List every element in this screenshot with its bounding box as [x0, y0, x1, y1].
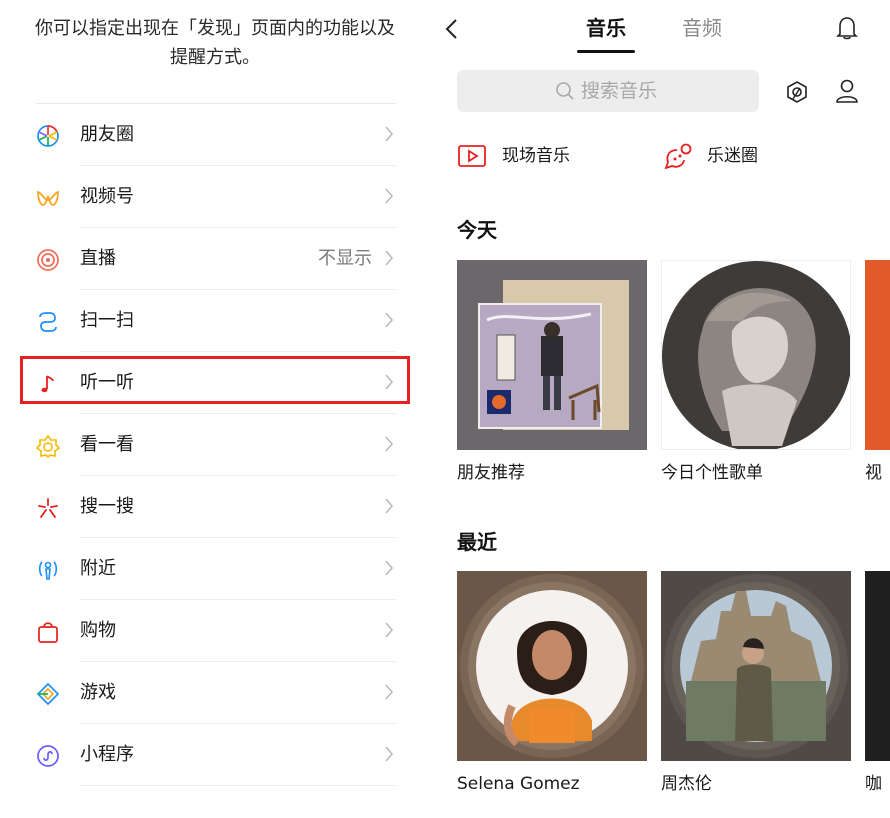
- search-input[interactable]: 搜索音乐: [457, 70, 759, 112]
- settings-row-label: 购物: [80, 620, 116, 641]
- games-icon: [36, 682, 60, 706]
- card-caption: 周杰伦: [661, 774, 712, 794]
- fan-circle-label: 乐迷圈: [707, 146, 758, 166]
- chevron-right-icon: [384, 250, 394, 266]
- settings-row-value: 不显示: [318, 248, 372, 269]
- music-recognition-icon[interactable]: [784, 79, 810, 105]
- daily-playlist-card[interactable]: [661, 260, 851, 450]
- top-stories-icon: [35, 434, 61, 459]
- settings-row-games[interactable]: 游戏: [36, 662, 396, 724]
- tab-audio[interactable]: 音频: [682, 14, 722, 42]
- nearby-icon: [36, 558, 60, 582]
- tab-music[interactable]: 音乐: [586, 14, 626, 42]
- video-card-partial[interactable]: [865, 260, 890, 450]
- live-music-label: 现场音乐: [502, 146, 570, 166]
- mini-program-icon: [36, 744, 60, 768]
- chevron-right-icon: [384, 188, 394, 204]
- highlight-box: [20, 356, 410, 404]
- artist-photo: [457, 571, 647, 761]
- artist-card-partial[interactable]: [865, 571, 890, 761]
- settings-row-label: 小程序: [80, 744, 134, 765]
- chevron-right-icon: [384, 684, 394, 700]
- settings-row-moments[interactable]: 朋友圈: [36, 104, 396, 166]
- section-title-today: 今天: [457, 218, 497, 242]
- settings-row-nearby[interactable]: 附近: [36, 538, 396, 600]
- back-chevron-icon[interactable]: [444, 18, 460, 40]
- bell-icon[interactable]: [836, 16, 858, 40]
- search-sparkle-icon: [36, 496, 60, 520]
- active-tab-indicator: [577, 50, 635, 53]
- settings-row-top-stories[interactable]: 看一看: [35, 414, 396, 476]
- chevron-right-icon: [384, 560, 394, 576]
- settings-row-label: 附近: [80, 558, 116, 579]
- settings-description: 你可以指定出现在「发现」页面内的功能以及提醒方式。: [35, 18, 395, 68]
- settings-row-label: 看一看: [80, 434, 134, 455]
- settings-row-label: 游戏: [80, 682, 116, 703]
- chevron-right-icon: [384, 622, 394, 638]
- channels-icon: [36, 186, 60, 210]
- settings-row-label: 扫一扫: [80, 310, 134, 331]
- album-cover-image: [457, 260, 647, 450]
- fan-circle-icon: [663, 142, 693, 174]
- settings-row-channels[interactable]: 视频号: [36, 166, 396, 228]
- scan-icon: [36, 310, 60, 334]
- playlist-cover-image: [662, 261, 850, 449]
- settings-row-live[interactable]: 直播 不显示: [36, 228, 396, 290]
- chevron-right-icon: [384, 498, 394, 514]
- card-caption: 咖: [865, 774, 882, 794]
- section-title-recent: 最近: [457, 530, 497, 554]
- chevron-right-icon: [384, 746, 394, 762]
- live-music-link[interactable]: 现场音乐: [458, 142, 598, 170]
- settings-row-label: 视频号: [80, 186, 134, 207]
- settings-row-mini-programs[interactable]: 小程序: [36, 724, 396, 786]
- settings-row-search[interactable]: 搜一搜: [36, 476, 396, 538]
- settings-row-label: 搜一搜: [80, 496, 134, 517]
- fan-circle-link[interactable]: 乐迷圈: [663, 142, 803, 170]
- artist-card-selena-gomez[interactable]: [457, 571, 647, 761]
- card-caption: 视: [865, 463, 882, 483]
- settings-row-shopping[interactable]: 购物: [36, 600, 396, 662]
- search-icon: [555, 81, 575, 101]
- play-video-icon: [458, 144, 486, 172]
- music-page-panel: 音乐 音频 搜索音乐 现场音乐 乐迷圈 今天 朋友推荐 今日个性歌单 视 最近 …: [430, 0, 890, 818]
- artist-photo: [661, 571, 851, 761]
- artist-card-jay-chou[interactable]: [661, 571, 851, 761]
- settings-row-label: 朋友圈: [80, 124, 134, 145]
- discover-settings-panel: 你可以指定出现在「发现」页面内的功能以及提醒方式。 朋友圈 视频号 直播 不显示…: [0, 0, 430, 818]
- moments-icon: [36, 124, 60, 148]
- chevron-right-icon: [384, 126, 394, 142]
- row-divider: [80, 785, 396, 786]
- chevron-right-icon: [384, 312, 394, 328]
- search-placeholder: 搜索音乐: [581, 80, 658, 102]
- shopping-bag-icon: [36, 620, 60, 644]
- settings-row-scan[interactable]: 扫一扫: [36, 290, 396, 352]
- chevron-right-icon: [384, 436, 394, 452]
- friend-recommend-card[interactable]: [457, 260, 647, 450]
- card-caption: 今日个性歌单: [661, 463, 763, 483]
- card-caption: 朋友推荐: [457, 463, 525, 483]
- card-caption: Selena Gomez: [457, 774, 580, 794]
- user-icon[interactable]: [835, 78, 859, 104]
- settings-row-label: 直播: [80, 248, 116, 269]
- live-icon: [36, 248, 60, 272]
